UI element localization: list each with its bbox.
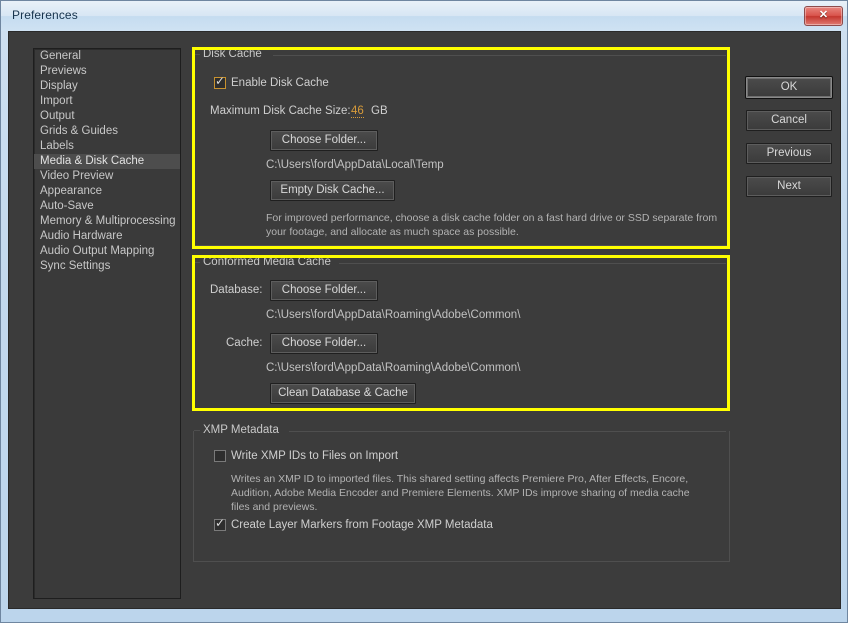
close-icon[interactable]: ✕ (804, 6, 843, 26)
database-label: Database: (210, 284, 262, 296)
sidebar-item-sync-settings[interactable]: Sync Settings (34, 259, 180, 274)
preferences-window: Preferences ✕ General Previews Display I… (0, 0, 848, 623)
conformed-media-cache-group: Conformed Media Cache Database: Choose F… (193, 256, 730, 410)
sidebar-item-output[interactable]: Output (34, 109, 180, 124)
database-choose-folder-button[interactable]: Choose Folder... (270, 280, 378, 301)
cache-choose-folder-button[interactable]: Choose Folder... (270, 333, 378, 354)
checkmark-icon: ✓ (215, 75, 225, 87)
sidebar-item-media-and-disk-cache[interactable]: Media & Disk Cache (34, 154, 180, 169)
xmp-metadata-group: XMP Metadata Write XMP IDs to Files on I… (193, 424, 730, 562)
sidebar-item-memory-multiprocessing[interactable]: Memory & Multiprocessing (34, 214, 180, 229)
sidebar-item-audio-hardware[interactable]: Audio Hardware (34, 229, 180, 244)
cancel-button[interactable]: Cancel (746, 110, 832, 131)
window-title: Preferences (12, 8, 78, 22)
close-icon-glyph: ✕ (805, 7, 842, 25)
empty-disk-cache-button[interactable]: Empty Disk Cache... (270, 180, 395, 201)
sidebar-item-previews[interactable]: Previews (34, 64, 180, 79)
enable-disk-cache-label: Enable Disk Cache (231, 77, 329, 89)
sidebar-item-appearance[interactable]: Appearance (34, 184, 180, 199)
database-path: C:\Users\ford\AppData\Roaming\Adobe\Comm… (266, 309, 520, 321)
sidebar-item-auto-save[interactable]: Auto-Save (34, 199, 180, 214)
disk-cache-choose-folder-button[interactable]: Choose Folder... (270, 130, 378, 151)
ok-button[interactable]: OK (746, 77, 832, 98)
write-xmp-ids-label: Write XMP IDs to Files on Import (231, 450, 398, 462)
sidebar-item-labels[interactable]: Labels (34, 139, 180, 154)
max-disk-cache-size-unit: GB (371, 105, 388, 117)
conformed-media-cache-group-title: Conformed Media Cache (201, 256, 336, 268)
enable-disk-cache-checkbox[interactable]: ✓ (214, 77, 226, 89)
create-layer-markers-label: Create Layer Markers from Footage XMP Me… (231, 519, 493, 531)
max-disk-cache-size-label: Maximum Disk Cache Size: (210, 105, 351, 117)
title-bar: Preferences ✕ (1, 1, 847, 31)
sidebar-item-general[interactable]: General (34, 49, 180, 64)
disk-cache-description: For improved performance, choose a disk … (266, 211, 724, 239)
sidebar-item-display[interactable]: Display (34, 79, 180, 94)
cache-label: Cache: (226, 337, 262, 349)
max-disk-cache-size-value[interactable]: 46 (351, 105, 364, 118)
sidebar-item-audio-output-mapping[interactable]: Audio Output Mapping (34, 244, 180, 259)
checkmark-icon: ✓ (215, 517, 225, 529)
sidebar-item-video-preview[interactable]: Video Preview (34, 169, 180, 184)
write-xmp-ids-checkbox[interactable] (214, 450, 226, 462)
cache-path: C:\Users\ford\AppData\Roaming\Adobe\Comm… (266, 362, 520, 374)
previous-button[interactable]: Previous (746, 143, 832, 164)
disk-cache-group: Disk Cache ✓ Enable Disk Cache Maximum D… (193, 48, 730, 246)
preferences-content-pane: Disk Cache ✓ Enable Disk Cache Maximum D… (189, 48, 734, 599)
dialog-body: General Previews Display Import Output G… (8, 31, 841, 609)
sidebar-item-grids-and-guides[interactable]: Grids & Guides (34, 124, 180, 139)
sidebar-item-import[interactable]: Import (34, 94, 180, 109)
write-xmp-ids-description: Writes an XMP ID to imported files. This… (231, 472, 701, 514)
preferences-category-list[interactable]: General Previews Display Import Output G… (33, 48, 181, 599)
next-button[interactable]: Next (746, 176, 832, 197)
xmp-metadata-group-title: XMP Metadata (201, 424, 284, 436)
disk-cache-group-title: Disk Cache (201, 48, 267, 60)
disk-cache-folder-path: C:\Users\ford\AppData\Local\Temp (266, 159, 444, 171)
create-layer-markers-checkbox[interactable]: ✓ (214, 519, 226, 531)
clean-database-and-cache-button[interactable]: Clean Database & Cache (270, 383, 416, 404)
